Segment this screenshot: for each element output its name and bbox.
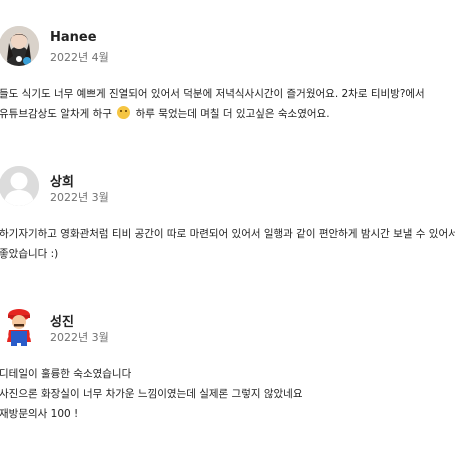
review-text-segment: 유튜브감상도 알차게 하구 — [0, 108, 112, 120]
review-text-line: 재방문의사 100 ! — [0, 408, 79, 420]
review-text-line: 유튜브감상도 알차게 하구 하루 묵었는데 며칠 더 있고싶은 숙소였어요. — [0, 106, 330, 121]
user-photo-avatar[interactable] — [0, 26, 39, 66]
mario-character-avatar-icon[interactable] — [0, 306, 39, 346]
reviewer-name: Hanee — [50, 30, 97, 45]
reviewer-name: 상희 — [50, 175, 74, 190]
reviews-page: Hanee 2022년 4월 들도 식기도 너무 예쁘게 진열되어 있어서 덕분… — [0, 0, 455, 455]
review-date: 2022년 3월 — [50, 331, 109, 344]
default-user-avatar-image — [0, 166, 39, 206]
review-text-line: 디테일이 훌륭한 숙소였습니다 — [0, 368, 132, 380]
smiling-face-emoji-icon — [117, 106, 131, 119]
review-text-line: 들도 식기도 너무 예쁘게 진열되어 있어서 덕분에 저녁식사시간이 즐거웠어요… — [0, 88, 425, 100]
default-user-avatar-icon[interactable] — [0, 166, 39, 206]
review-text-segment: 하루 묵었는데 며칠 더 있고싶은 숙소였어요. — [135, 108, 330, 120]
review-date: 2022년 4월 — [50, 51, 109, 64]
review-text-line: 하기자기하고 영화관처럼 티비 공간이 따로 마련되어 있어서 일행과 같이 편… — [0, 228, 455, 240]
review-text-line: 사진으론 화장실이 너무 차가운 느낌이였는데 실제론 그렇지 않았네요 — [0, 388, 303, 400]
review-text-line: 좋았습니다 :) — [0, 248, 59, 260]
review-date: 2022년 3월 — [50, 191, 109, 204]
reviewer-name: 성진 — [50, 315, 74, 330]
mario-character-avatar-image — [1, 309, 37, 346]
user-photo-avatar-image — [0, 26, 39, 66]
